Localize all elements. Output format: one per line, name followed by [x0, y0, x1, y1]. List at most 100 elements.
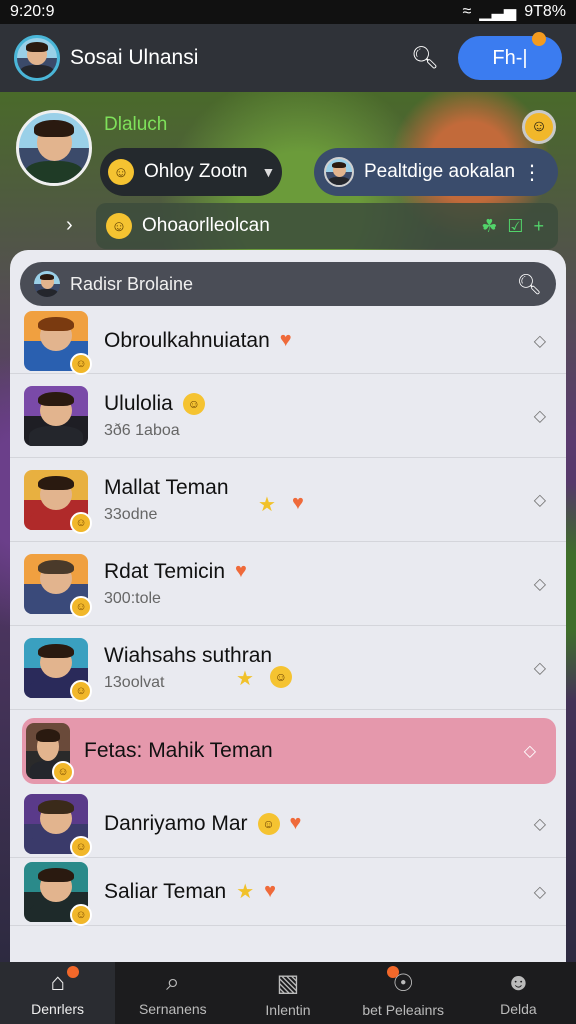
nav-label: Denrlers: [31, 1001, 85, 1017]
home-icon: ⌂: [50, 969, 65, 996]
list-item[interactable]: ☺ Rdat Temicin ♥ 300:tole ◇: [10, 542, 566, 626]
diamond-chevron-icon[interactable]: ◇: [534, 814, 546, 834]
mood-text: Ohoaorlleolcan: [142, 215, 270, 236]
plus-icon[interactable]: +: [533, 216, 544, 237]
profile-icon: ☻: [505, 969, 532, 996]
list-item[interactable]: ☺ Obroulkahnuiatan ♥ ◇: [10, 308, 566, 375]
smile-badge-icon: ☺: [70, 679, 92, 702]
status-dropdown[interactable]: ☺ Ohloy Zootn ▼: [100, 148, 282, 196]
search-icon[interactable]: 🔍︎: [408, 41, 442, 75]
friend-sub: 3ð6 1aboa: [104, 421, 180, 439]
friend-name: Danriyamo Mar: [104, 811, 248, 835]
list-item-selected[interactable]: ☺ Fetas: Mahik Teman ◇: [22, 718, 556, 784]
diamond-chevron-icon[interactable]: ◇: [534, 490, 546, 510]
chevron-down-icon: ▼: [261, 164, 276, 180]
friend-thumbnail: ☺: [24, 637, 92, 702]
wifi-icon: ≈: [462, 3, 472, 20]
top-app-bar: Sosai Ulnansi 🔍︎ Fh-|: [0, 24, 576, 92]
search-input[interactable]: Radisr Brolaine 🔍︎: [20, 262, 556, 306]
friend-name: Fetas: Mahik Teman: [84, 739, 273, 762]
nav-item-search[interactable]: ⌕ Sernanens: [115, 962, 230, 1024]
header-action-label: Fh-|: [492, 46, 528, 69]
signal-icon: ▁▃▅: [479, 4, 517, 21]
more-options-icon[interactable]: ⋮: [522, 160, 542, 185]
header-action-button[interactable]: Fh-|: [458, 32, 562, 80]
list-item[interactable]: ☺ Saliar Teman ★ ♥ ◇: [10, 858, 566, 926]
search-avatar: [34, 271, 60, 297]
friends-panel: Radisr Brolaine 🔍︎ ☺ Obroulkahnuiatan ♥ ◇…: [10, 250, 566, 962]
status-bar: 9:20:9 ≈ ▁▃▅ 9T8%: [0, 0, 576, 24]
friend-name: Saliar Teman: [104, 879, 227, 903]
friend-name: Wiahsahs suthran: [104, 643, 273, 667]
nav-item-map[interactable]: ▧ Inlentin: [230, 962, 345, 1024]
coin-icon[interactable]: ☺: [522, 110, 556, 144]
smile-badge-icon: ☺: [70, 595, 92, 618]
star-icon: ★: [258, 494, 276, 516]
heart-icon: ♥: [279, 329, 292, 351]
friend-sub: 13oolvat: [104, 673, 165, 691]
nav-item-profile[interactable]: ☻ Delda: [461, 962, 576, 1024]
diamond-chevron-icon[interactable]: ◇: [524, 741, 536, 761]
smile-icon: ☺: [108, 159, 134, 185]
smile-icon: ☺: [269, 666, 292, 688]
nav-label: Inlentin: [265, 1001, 311, 1018]
nav-label: Sernanens: [138, 1001, 207, 1017]
diamond-chevron-icon[interactable]: ◇: [534, 882, 546, 902]
heart-icon: ♥: [291, 492, 304, 514]
clover-icon[interactable]: ☘: [481, 216, 497, 237]
heart-icon: ♥: [264, 880, 276, 902]
list-item[interactable]: ☺ Danriyamo Mar ☺ ♥ ◇: [10, 790, 566, 858]
friend-name: Ululolia: [104, 391, 173, 415]
friend-thumbnail: ☺: [24, 793, 92, 858]
search-icon[interactable]: 🔍︎: [517, 272, 542, 297]
smile-badge-icon: ☺: [70, 352, 92, 375]
check-box-icon[interactable]: ☑: [507, 216, 523, 237]
status-time: 9:20:9: [10, 3, 55, 20]
friend-name: Rdat Temicin: [104, 559, 225, 583]
star-icon: ★: [236, 668, 254, 690]
friend-sub: 300:tole: [104, 589, 161, 607]
diamond-chevron-icon[interactable]: ◇: [534, 331, 546, 351]
notification-dot: [532, 32, 546, 46]
smile-icon: ☺: [106, 213, 132, 239]
map-icon: ▧: [276, 969, 300, 997]
diamond-chevron-icon[interactable]: ◇: [534, 658, 546, 678]
friend-chip-label: Pealtdige aokalan: [364, 161, 516, 182]
list-item[interactable]: Ululolia ☺ 3ð6 1aboa ◇: [10, 374, 566, 458]
list-item[interactable]: ☺ Mallat Teman 33odne ★ ♥ ◇: [10, 458, 566, 542]
heart-icon: ♥: [235, 560, 247, 582]
user-avatar[interactable]: [14, 35, 60, 81]
friend-thumbnail: ☺: [24, 469, 92, 534]
smile-badge-icon: ☺: [70, 835, 92, 858]
chevron-right-icon[interactable]: ›: [66, 214, 73, 237]
nav-label: bet Peleainrs: [362, 1001, 445, 1018]
smile-badge-icon: ☺: [70, 903, 92, 926]
list-item[interactable]: ☺ Wiahsahs suthran 13oolvat ★ ☺ ◇: [10, 626, 566, 710]
friend-sub: 33odne: [104, 505, 158, 523]
friend-chip[interactable]: Pealtdige aokalan ⋮: [314, 148, 558, 196]
star-icon: ★: [236, 881, 255, 903]
profile-avatar[interactable]: [16, 110, 92, 186]
friend-thumbnail: ☺: [24, 553, 92, 618]
status-label: Ohloy Zootn: [144, 161, 248, 182]
notification-dot: [387, 966, 400, 978]
friend-thumbnail: ☺: [24, 310, 92, 375]
app-title: Sosai Ulnansi: [70, 46, 199, 69]
nav-item-compass[interactable]: ☉ bet Peleainrs: [346, 962, 461, 1024]
search-icon: ⌕: [166, 969, 180, 996]
friend-thumbnail: [24, 385, 88, 446]
profile-name: Dlaluch: [104, 114, 168, 135]
friend-name: Mallat Teman: [104, 475, 229, 499]
friend-list: ☺ Obroulkahnuiatan ♥ ◇ Ululolia ☺ 3ð6 1abo…: [10, 308, 566, 926]
smile-badge-icon: ☺: [70, 511, 92, 534]
smile-badge-icon: ☺: [52, 761, 74, 783]
notification-dot: [66, 966, 79, 978]
friend-avatar: [324, 157, 354, 187]
search-placeholder: Radisr Brolaine: [70, 273, 194, 294]
diamond-chevron-icon[interactable]: ◇: [534, 406, 546, 426]
mood-bar[interactable]: ☺ Ohoaorlleolcan ☘ ☑ +: [96, 203, 558, 249]
friend-name: Obroulkahnuiatan: [104, 328, 270, 352]
diamond-chevron-icon[interactable]: ◇: [534, 574, 546, 594]
nav-item-home[interactable]: ⌂ Denrlers: [0, 962, 116, 1024]
smile-icon: ☺: [182, 392, 205, 415]
